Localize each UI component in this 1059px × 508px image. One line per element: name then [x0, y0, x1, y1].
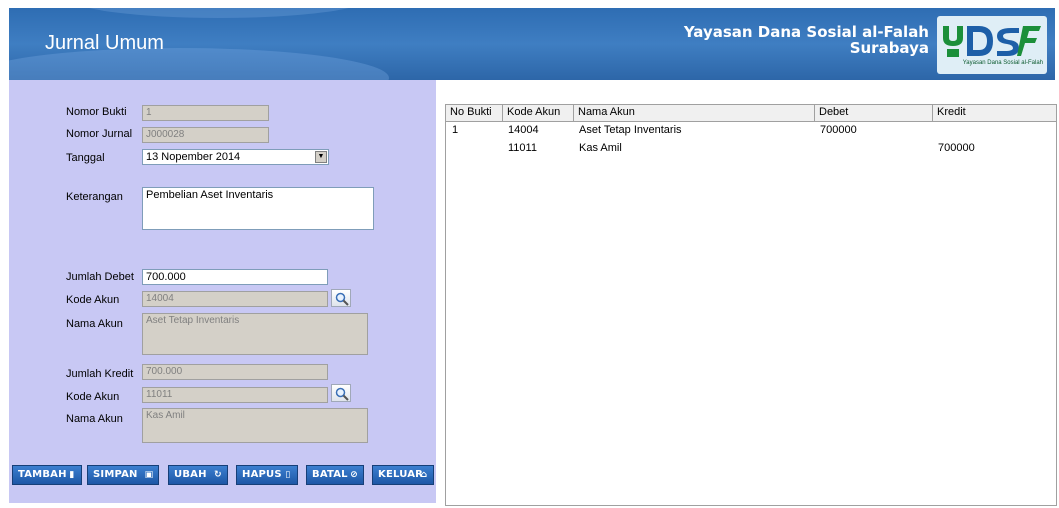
header-banner: Jurnal Umum Yayasan Dana Sosial al-Falah…	[9, 8, 1055, 80]
nama-akun-kredit-field[interactable]: Kas Amil	[142, 408, 368, 443]
column-header-nama-akun[interactable]: Nama Akun	[574, 105, 815, 121]
keterangan-textarea[interactable]: Pembelian Aset Inventaris	[142, 187, 374, 230]
nomor-bukti-field[interactable]: 1	[142, 105, 269, 121]
jumlah-debet-label: Jumlah Debet	[66, 271, 134, 283]
tambah-button-label: TAMBAH	[18, 469, 67, 480]
search-icon	[335, 387, 349, 401]
keterangan-label: Keterangan	[66, 191, 123, 203]
keluar-button-label: KELUAR	[378, 469, 424, 480]
new-document-icon: ▮	[69, 470, 75, 480]
page-title: Jurnal Umum	[45, 32, 164, 54]
table-header: No Bukti Kode Akun Nama Akun Debet Kredi…	[446, 105, 1056, 122]
search-icon	[335, 292, 349, 306]
hapus-button[interactable]: HAPUS ▯	[236, 465, 298, 485]
batal-button-label: BATAL	[312, 469, 348, 480]
column-header-kredit[interactable]: Kredit	[933, 105, 1057, 121]
nama-akun-kredit-label: Nama Akun	[66, 413, 123, 425]
cell-kredit: 700000	[938, 142, 975, 154]
simpan-button[interactable]: SIMPAN ▣	[87, 465, 159, 485]
kode-akun-debet-label: Kode Akun	[66, 294, 120, 306]
nama-akun-debet-field[interactable]: Aset Tetap Inventaris	[142, 313, 368, 355]
nama-akun-debet-label: Nama Akun	[66, 318, 123, 330]
tanggal-value: 13 Nopember 2014	[146, 151, 241, 163]
tambah-button[interactable]: TAMBAH ▮	[12, 465, 82, 485]
nomor-jurnal-field[interactable]: J000028	[142, 127, 269, 143]
jumlah-debet-input[interactable]: 700.000	[142, 269, 328, 285]
cell-kode-akun: 11011	[508, 142, 537, 154]
kode-akun-debet-search-button[interactable]	[331, 289, 351, 307]
kode-akun-kredit-label: Kode Akun	[66, 391, 120, 403]
hapus-button-label: HAPUS	[242, 469, 282, 480]
logo-subtitle: Yayasan Dana Sosial al-Falah	[962, 60, 1043, 66]
cancel-icon: ⊘	[350, 470, 358, 480]
column-header-debet[interactable]: Debet	[815, 105, 933, 121]
organization-name-line2: Surabaya	[849, 39, 929, 57]
nomor-bukti-label: Nomor Bukti	[66, 106, 127, 118]
refresh-icon: ↻	[214, 470, 222, 480]
kode-akun-debet-field[interactable]: 14004	[142, 291, 328, 307]
kode-akun-kredit-field[interactable]: 11011	[142, 387, 328, 403]
cell-no-bukti: 1	[452, 124, 459, 136]
home-icon: ⌂	[420, 470, 428, 480]
simpan-button-label: SIMPAN	[93, 469, 138, 480]
organization-name-line1: Yayasan Dana Sosial al-Falah	[683, 23, 929, 41]
column-header-kode-akun[interactable]: Kode Akun	[503, 105, 574, 121]
jumlah-kredit-field[interactable]: 700.000	[142, 364, 328, 380]
header-swoosh-top	[69, 8, 369, 18]
tanggal-date-picker[interactable]: 13 Nopember 2014 ▼	[142, 149, 329, 165]
save-icon: ▣	[144, 470, 154, 480]
cell-kode-akun: 14004	[508, 124, 539, 136]
ubah-button[interactable]: UBAH ↻	[168, 465, 228, 485]
jumlah-kredit-label: Jumlah Kredit	[66, 368, 134, 380]
batal-button[interactable]: BATAL ⊘	[306, 465, 364, 485]
cell-debet: 700000	[820, 124, 857, 136]
cell-nama-akun: Kas Amil	[579, 142, 622, 154]
journal-entries-table[interactable]: No Bukti Kode Akun Nama Akun Debet Kredi…	[445, 104, 1057, 506]
kode-akun-kredit-search-button[interactable]	[331, 384, 351, 402]
nomor-jurnal-label: Nomor Jurnal	[66, 128, 133, 140]
tanggal-label: Tanggal	[66, 152, 105, 164]
trash-icon: ▯	[285, 470, 291, 480]
cell-nama-akun: Aset Tetap Inventaris	[579, 124, 682, 136]
column-header-no-bukti[interactable]: No Bukti	[446, 105, 503, 121]
organization-name: Yayasan Dana Sosial al-Falah Surabaya	[684, 24, 929, 56]
chevron-down-icon[interactable]: ▼	[315, 151, 327, 163]
keluar-button[interactable]: KELUAR ⌂	[372, 465, 434, 485]
ubah-button-label: UBAH	[174, 469, 207, 480]
